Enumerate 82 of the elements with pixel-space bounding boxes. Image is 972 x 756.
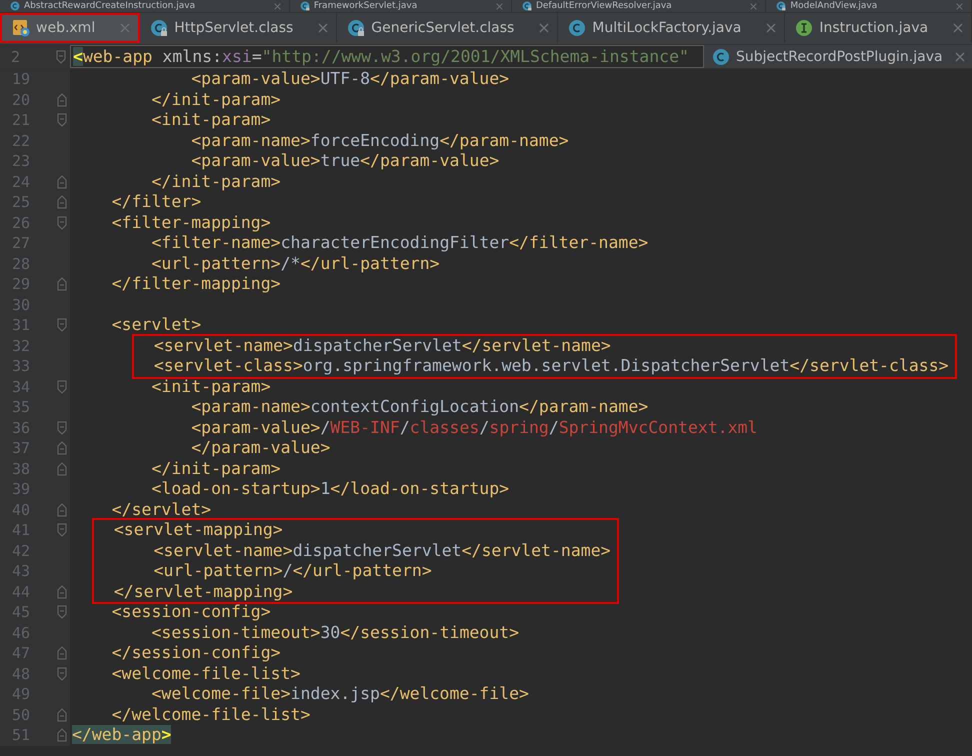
fold-close-icon[interactable]	[57, 174, 67, 189]
code-line: </filter-mapping>	[110, 274, 281, 293]
close-icon[interactable]	[750, 2, 758, 10]
code-line: <session-config>	[110, 602, 271, 621]
code-line: <servlet-class>org.springframework.web.servlet.DispatcherServlet</servlet-class>	[152, 356, 949, 375]
fold-close-icon[interactable]	[57, 92, 67, 107]
fold-open-icon[interactable]	[57, 666, 67, 681]
code-line: <param-name>contextConfigLocation</param-name>	[190, 397, 648, 416]
fold-close-icon[interactable]	[57, 277, 67, 292]
tab-label: GenericServlet.class	[371, 20, 514, 36]
fold-close-icon[interactable]	[57, 646, 67, 660]
close-icon[interactable]	[766, 23, 776, 33]
code-line: <servlet-mapping>	[112, 520, 283, 539]
editor-tab[interactable]: ModelAndView.java	[766, 0, 972, 12]
tab-label: web.xml	[36, 20, 96, 36]
fold-close-icon[interactable]	[57, 728, 67, 742]
fold-open-icon[interactable]	[57, 318, 67, 332]
close-icon[interactable]	[496, 2, 503, 10]
tab-label: MultiLockFactory.java	[592, 20, 742, 36]
code-line: <param-value>true</param-value>	[190, 151, 500, 170]
editor-tab[interactable]: GenericServlet.class	[337, 13, 558, 43]
close-icon[interactable]	[539, 23, 550, 33]
code-line: <param-name>forceEncoding</param-name>	[190, 130, 569, 150]
code-line: </init-param>	[150, 458, 281, 478]
fold-open-icon[interactable]	[57, 113, 67, 128]
fold-close-icon[interactable]	[57, 462, 67, 476]
code-line: <init-param>	[150, 376, 271, 396]
editor-tab[interactable]: DefaultErrorViewResolver.java	[512, 0, 766, 12]
code-line: <url-pattern>/*</url-pattern>	[150, 254, 440, 272]
code-line: </web-app>	[72, 725, 172, 744]
code-line: <url-pattern>/</url-pattern>	[152, 561, 432, 580]
code-line: <load-on-startup>1</load-on-startup>	[150, 479, 510, 498]
close-icon[interactable]	[954, 52, 965, 62]
fold-close-icon[interactable]	[57, 195, 67, 210]
code-line: </servlet>	[110, 500, 212, 518]
editor-tab[interactable]: MultiLockFactory.java	[558, 13, 786, 43]
tab-label: HttpServlet.class	[174, 20, 294, 36]
code-line: <servlet-name>dispatcherServlet</servlet-name>	[152, 540, 611, 560]
fold-open-icon[interactable]	[57, 523, 67, 538]
code-line: <filter-mapping>	[110, 212, 271, 232]
fold-open-icon[interactable]	[57, 420, 67, 435]
fold-open-icon[interactable]	[57, 605, 67, 620]
code-line: <servlet-name>dispatcherServlet</servlet-name>	[152, 336, 611, 354]
fold-close-icon[interactable]	[57, 708, 67, 722]
editor-tab[interactable]: AbstractRewardCreateInstruction.java	[0, 0, 290, 12]
tab-label: SubjectRecordPostPlugin.java	[736, 48, 943, 64]
code-line: <welcome-file>index.jsp</welcome-file>	[150, 684, 529, 703]
code-line: <session-timeout>30</session-timeout>	[150, 622, 520, 642]
code-line: </param-value>	[190, 438, 330, 457]
fold-close-icon[interactable]	[57, 441, 67, 456]
editor-tab[interactable]: HttpServlet.class	[140, 13, 338, 43]
fold-close-icon[interactable]	[57, 502, 67, 517]
editor-tab[interactable]: web.xml	[0, 13, 140, 43]
code-line: <param-value>/WEB-INF/classes/spring/SpringMvcContext.xml	[190, 418, 758, 436]
close-icon[interactable]	[956, 2, 963, 10]
code-line: </init-param>	[150, 172, 281, 190]
code-line: <filter-name>characterEncodingFilter</filter-name>	[150, 233, 648, 252]
close-icon[interactable]	[274, 2, 281, 10]
tab-label: DefaultErrorViewResolver.java	[536, 1, 672, 11]
editor-tab[interactable]: Instruction.java	[785, 13, 972, 43]
fold-open-icon[interactable]	[57, 380, 67, 394]
code-line: <param-value>UTF-8</param-value>	[190, 69, 510, 88]
tab-label: Instruction.java	[819, 20, 928, 36]
code-line: <init-param>	[150, 110, 271, 129]
tab-label: AbstractRewardCreateInstruction.java	[24, 1, 196, 11]
close-icon[interactable]	[120, 23, 130, 33]
fold-open-icon[interactable]	[57, 216, 67, 230]
fold-open-icon[interactable]	[56, 50, 66, 64]
code-line: <servlet>	[110, 315, 202, 334]
fold-close-icon[interactable]	[57, 584, 67, 599]
editor-tab[interactable]: SubjectRecordPostPlugin.java	[704, 45, 972, 68]
code-line: </filter>	[110, 192, 202, 211]
tab-label: ModelAndView.java	[790, 1, 878, 11]
code-line: </session-config>	[110, 643, 281, 662]
code-line: <welcome-file-list>	[110, 664, 300, 682]
close-icon[interactable]	[953, 23, 964, 33]
editor-tab[interactable]: FrameworkServlet.java	[290, 0, 512, 12]
code-line: </welcome-file-list>	[110, 704, 310, 724]
code-line: </init-param>	[150, 90, 281, 108]
close-icon[interactable]	[318, 23, 328, 33]
code-line: </servlet-mapping>	[112, 582, 293, 600]
tab-label: FrameworkServlet.java	[314, 1, 418, 11]
